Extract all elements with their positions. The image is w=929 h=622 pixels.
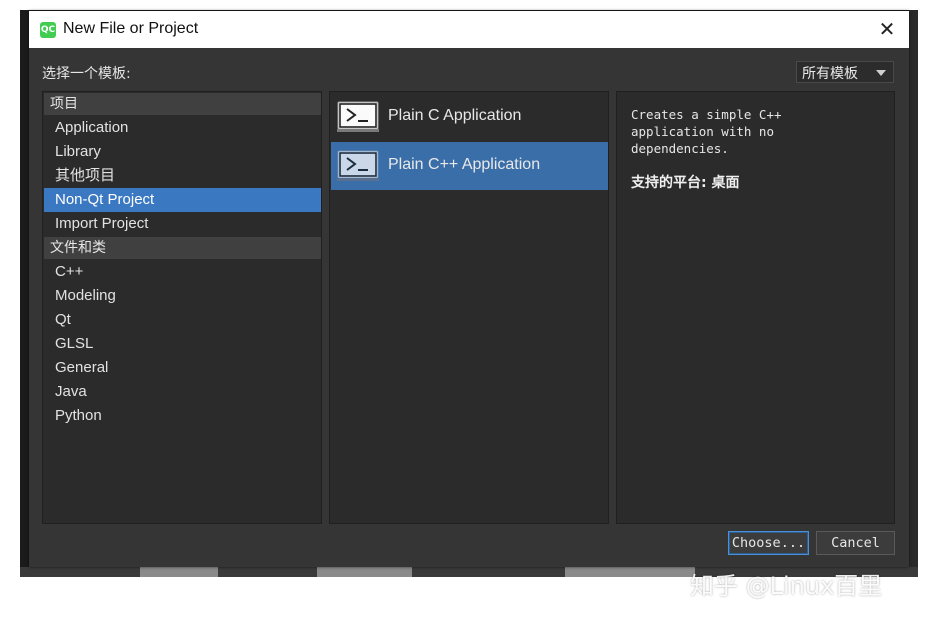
category-list[interactable]: 项目 Application Library 其他项目 Non-Qt Proje…: [42, 91, 322, 524]
category-item[interactable]: Import Project: [44, 212, 321, 236]
template-list[interactable]: Plain C Application Plain C++ Applicatio…: [329, 91, 609, 524]
close-button[interactable]: ✕: [865, 11, 909, 48]
chevron-down-icon: [876, 70, 886, 76]
template-label: Plain C++ Application: [388, 156, 541, 173]
template-item[interactable]: Plain C Application: [331, 93, 608, 141]
title-bar: QC New File or Project ✕: [29, 11, 909, 48]
category-item-selected[interactable]: Non-Qt Project: [44, 188, 321, 212]
category-item[interactable]: Library: [44, 140, 321, 164]
terminal-icon: [337, 101, 379, 132]
template-item-selected[interactable]: Plain C++ Application: [331, 142, 608, 190]
category-item[interactable]: Java: [44, 380, 321, 404]
template-description-panel: Creates a simple C++ application with no…: [616, 91, 895, 524]
cancel-button[interactable]: Cancel: [816, 531, 895, 555]
category-item[interactable]: Application: [44, 116, 321, 140]
category-item[interactable]: Python: [44, 404, 321, 428]
choose-template-label: 选择一个模板:: [42, 66, 131, 82]
category-item[interactable]: General: [44, 356, 321, 380]
background-window-edge: [909, 10, 918, 577]
qt-creator-icon: QC: [40, 22, 56, 38]
template-filter-dropdown[interactable]: 所有模板: [796, 61, 894, 83]
terminal-icon: [337, 150, 379, 181]
category-group-files-and-classes: 文件和类: [44, 237, 321, 259]
category-item[interactable]: GLSL: [44, 332, 321, 356]
template-description: Creates a simple C++ application with no…: [631, 107, 782, 156]
category-item[interactable]: C++: [44, 260, 321, 284]
supported-platforms: 支持的平台: 桌面: [631, 175, 740, 191]
background-thumbnail: [565, 567, 695, 577]
background-thumbnail: [317, 567, 412, 577]
template-filter-value: 所有模板: [802, 66, 858, 82]
watermark: 知乎 @Linux百里: [690, 572, 883, 600]
category-group-projects: 项目: [44, 93, 321, 115]
category-item[interactable]: Modeling: [44, 284, 321, 308]
dialog-title: New File or Project: [63, 20, 199, 37]
background-thumbnail: [140, 567, 218, 577]
new-file-or-project-dialog: QC New File or Project ✕ 选择一个模板: 所有模板 项目…: [29, 11, 909, 567]
category-item[interactable]: 其他项目: [44, 164, 321, 188]
template-label: Plain C Application: [388, 107, 522, 124]
choose-button[interactable]: Choose...: [728, 531, 809, 555]
category-item[interactable]: Qt: [44, 308, 321, 332]
